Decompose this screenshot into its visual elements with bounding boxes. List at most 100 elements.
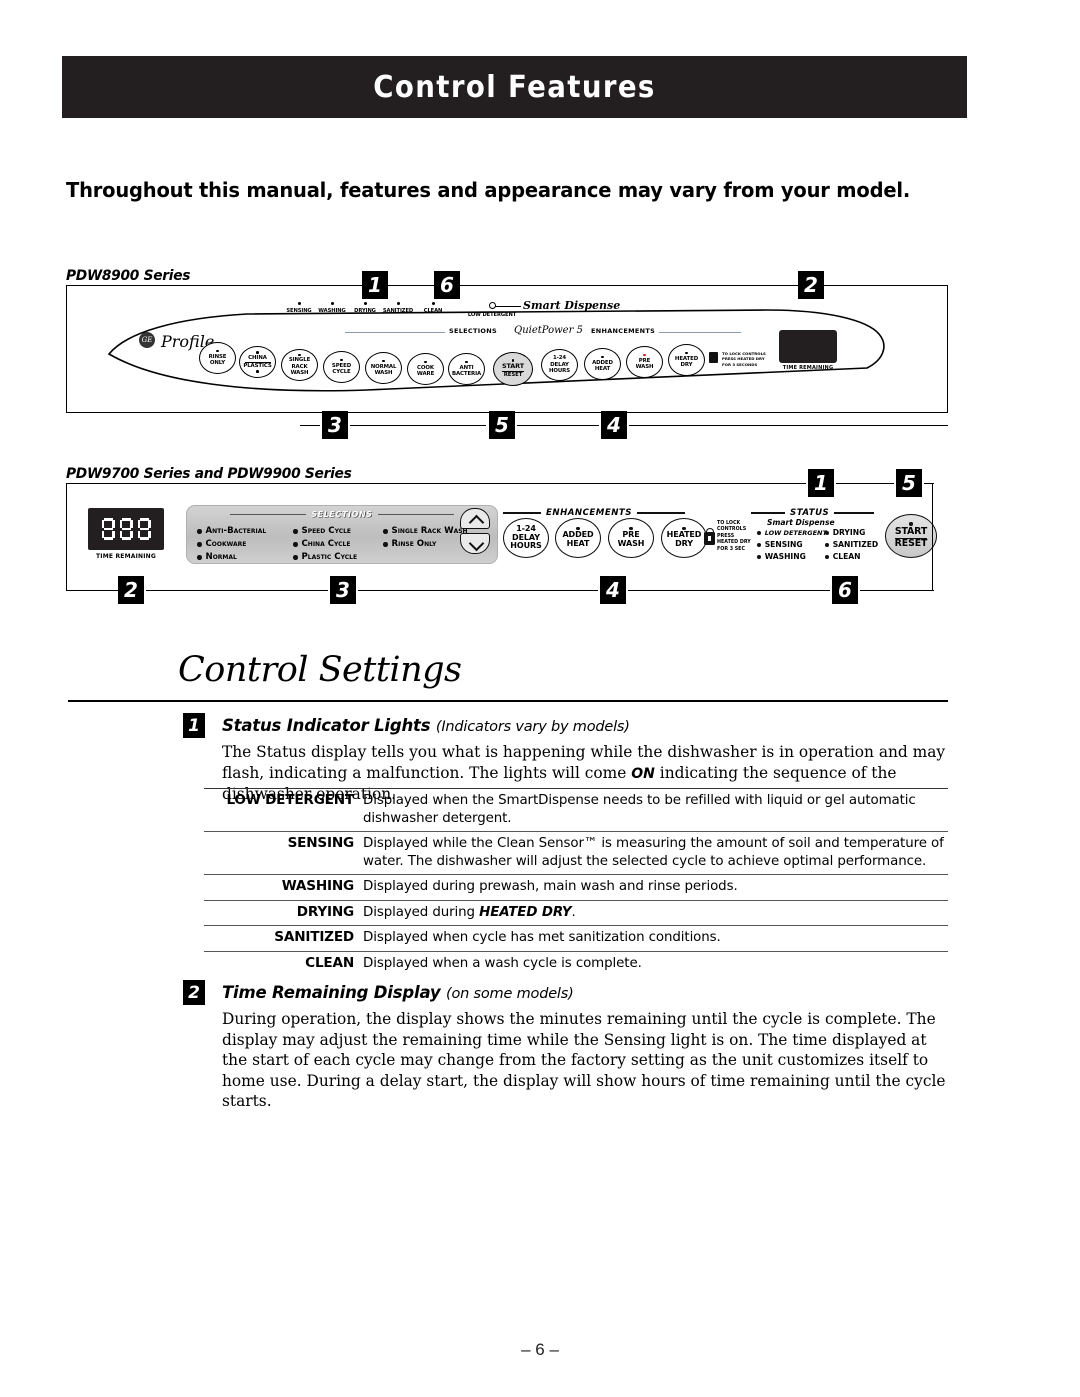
button-delay-hours[interactable]: 1-24 DELAY HOURS bbox=[503, 518, 549, 558]
indicator-value-emphasis: HEATED DRY bbox=[479, 904, 572, 920]
control-settings-divider bbox=[68, 700, 948, 703]
section1-body-emphasis: ON bbox=[631, 765, 655, 782]
selection-item[interactable]: Speed Cycle bbox=[293, 525, 357, 538]
lock-note-line: FOR 3 SECONDS bbox=[722, 361, 758, 367]
callout-rule bbox=[629, 425, 948, 427]
selection-item[interactable]: China Cycle bbox=[293, 538, 357, 551]
callout-3-panel1: 3 bbox=[322, 411, 348, 439]
callout-5-panel2: 5 bbox=[896, 469, 922, 497]
callout-rule bbox=[300, 425, 320, 427]
button-pre-wash[interactable]: PRE WASH bbox=[608, 518, 654, 558]
indicator-value: Displayed while the Clean Sensor™ is mea… bbox=[363, 836, 944, 869]
selections-leader-line bbox=[345, 332, 445, 333]
button-single-rack-wash[interactable]: SINGLE RACK WASH bbox=[281, 349, 318, 381]
button-start-reset[interactable]: START RESET bbox=[885, 514, 937, 558]
button-label-line: PLASTICS bbox=[243, 362, 272, 369]
status-light-low-detergent: LOW DETERGENT bbox=[757, 527, 827, 539]
button-added-heat[interactable]: ADDED HEAT bbox=[584, 348, 621, 380]
button-label-line: HOURS bbox=[510, 541, 542, 551]
indicator-dot bbox=[293, 542, 298, 547]
button-label-line: WASH bbox=[290, 370, 309, 377]
callout-rule bbox=[350, 425, 486, 427]
selection-item[interactable]: Rinse Only bbox=[383, 538, 468, 551]
panel2-bottom-rail-left bbox=[66, 590, 118, 592]
button-china-plastics[interactable]: CHINA PLASTICS bbox=[239, 346, 276, 378]
indicator-dot bbox=[431, 302, 435, 305]
button-added-heat[interactable]: ADDED HEAT bbox=[555, 518, 601, 558]
button-label-line: BACTERIA bbox=[451, 370, 482, 377]
callout-rule bbox=[66, 483, 806, 485]
section2-title-text: Time Remaining Display bbox=[222, 983, 441, 1002]
selection-item[interactable]: Cookware bbox=[197, 538, 266, 551]
indicator-dot bbox=[197, 542, 202, 547]
button-label-line: HEAT bbox=[594, 365, 611, 372]
section-number-1: 1 bbox=[183, 713, 205, 738]
button-rinse-only[interactable]: RINSE ONLY bbox=[199, 342, 236, 374]
indicator-key: SENSING bbox=[287, 835, 355, 851]
lock-note-line: HEATED DRY bbox=[717, 540, 751, 546]
indicator-dot bbox=[825, 530, 830, 536]
button-heated-dry[interactable]: HEATED DRY bbox=[661, 518, 707, 558]
indicator-dot bbox=[197, 555, 202, 560]
selections-column-3: Single Rack Wash Rinse Only bbox=[383, 525, 468, 551]
selection-item[interactable]: Normal bbox=[197, 551, 266, 564]
button-pre-wash[interactable]: PRE WASH bbox=[626, 346, 663, 378]
time-remaining-seven-segment-display bbox=[88, 508, 164, 550]
indicator-dot bbox=[383, 542, 388, 547]
button-normal-wash[interactable]: NORMAL WASH bbox=[365, 352, 402, 384]
panel2-left-edge bbox=[66, 483, 68, 591]
callout-rule bbox=[628, 590, 830, 592]
button-start-reset[interactable]: START RESET bbox=[493, 352, 533, 386]
status-light-sensing: SENSING bbox=[282, 302, 316, 314]
status-light-label: LOW DETERGENT bbox=[764, 529, 827, 537]
indicator-key: DRYING bbox=[296, 903, 354, 920]
button-delay-hours[interactable]: 1-24 DELAY HOURS bbox=[541, 349, 578, 381]
indicator-dot bbox=[330, 302, 334, 305]
indicator-dot bbox=[293, 555, 298, 560]
selections-title-row: SELECTIONS bbox=[187, 510, 497, 519]
selection-item[interactable]: Single Rack Wash bbox=[383, 525, 468, 538]
button-scroll-up[interactable] bbox=[460, 508, 490, 529]
selection-label: Single Rack Wash bbox=[391, 526, 468, 536]
indicator-dot bbox=[293, 529, 298, 534]
button-cookware[interactable]: COOK WARE bbox=[407, 353, 444, 385]
button-speed-cycle[interactable]: SPEED CYCLE bbox=[323, 351, 360, 383]
lock-note-line: CONTROLS bbox=[717, 527, 747, 533]
selections-group-panel: SELECTIONS Anti-Bacterial Cookware Norma… bbox=[186, 505, 498, 564]
smart-dispense-label: Smart Dispense bbox=[523, 299, 621, 312]
selections-group-label: SELECTIONS bbox=[311, 510, 373, 519]
indicator-lights-table: LOW DETERGENT Displayed when the SmartDi… bbox=[204, 788, 948, 976]
selection-label: Speed Cycle bbox=[301, 526, 352, 536]
button-indicator-dot bbox=[256, 351, 259, 355]
status-light-clean: CLEAN bbox=[825, 551, 878, 563]
selection-label: Anti-Bacterial bbox=[205, 526, 267, 536]
status-group-label: STATUS bbox=[790, 508, 830, 518]
selection-item[interactable]: Plastic Cycle bbox=[293, 551, 357, 564]
button-indicator-dot bbox=[643, 353, 646, 357]
button-label-start: START bbox=[502, 362, 524, 373]
table-row: SENSING Displayed while the Clean Sensor… bbox=[204, 831, 948, 875]
indicator-value-post: . bbox=[571, 904, 576, 920]
panel1-series-label: PDW8900 Series bbox=[66, 268, 191, 284]
selections-group-label: SELECTIONS bbox=[449, 327, 497, 335]
button-heated-dry[interactable]: HEATED DRY bbox=[668, 344, 705, 376]
selection-label: China Cycle bbox=[301, 539, 351, 549]
callout-rule bbox=[517, 425, 599, 427]
panel2-right-edge bbox=[932, 483, 934, 591]
selection-item[interactable]: Anti-Bacterial bbox=[197, 525, 266, 538]
lock-icon bbox=[704, 527, 715, 545]
enhancements-group-header: ENHANCEMENTS bbox=[503, 508, 701, 518]
status-light-label: LOW DETERGENT bbox=[467, 311, 517, 318]
indicator-dot bbox=[396, 302, 400, 305]
section2-subtitle-text: (on some models) bbox=[445, 986, 574, 1002]
button-anti-bacteria[interactable]: ANTI BACTERIA bbox=[448, 353, 485, 385]
button-label-line: WASH bbox=[635, 363, 654, 370]
button-indicator-dot bbox=[216, 349, 219, 353]
indicator-value: Displayed when cycle has met sanitizatio… bbox=[363, 930, 721, 945]
callout-rule bbox=[836, 483, 894, 485]
callout-4-panel2: 4 bbox=[600, 576, 626, 604]
callout-1-panel1: 1 bbox=[362, 271, 388, 299]
button-indicator-dot bbox=[601, 355, 604, 359]
section1-title-text: Status Indicator Lights bbox=[222, 716, 431, 735]
button-label-line: DRY bbox=[675, 539, 693, 549]
